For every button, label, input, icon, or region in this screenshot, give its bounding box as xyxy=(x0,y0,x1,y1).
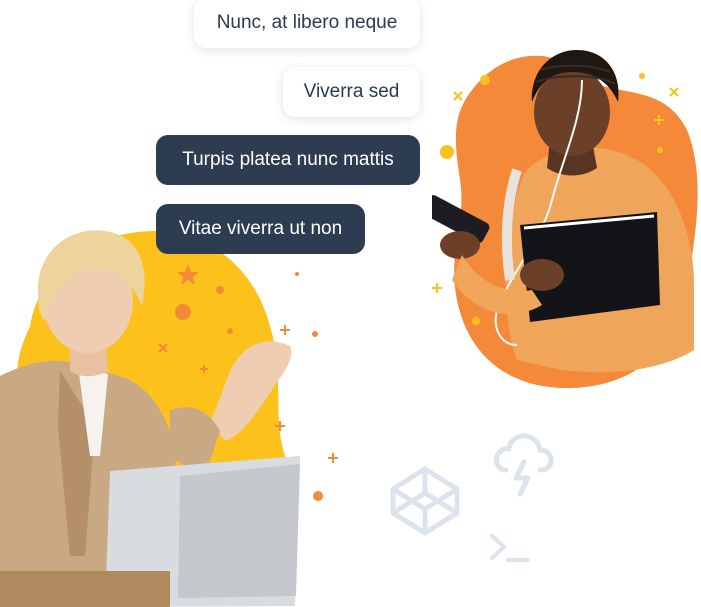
codepen-icon xyxy=(388,464,462,538)
student-illustration xyxy=(432,40,701,395)
cloud-lightning-icon xyxy=(492,432,556,500)
chat-bubble-3: Turpis platea nunc mattis xyxy=(156,135,420,185)
chat-bubble-4: Vitae viverra ut non xyxy=(156,204,365,254)
terminal-icon xyxy=(488,532,532,566)
woman-illustration xyxy=(0,226,345,607)
chat-bubble-2: Viverra sed xyxy=(283,67,420,117)
chat-bubble-1: Nunc, at libero neque xyxy=(194,0,420,48)
